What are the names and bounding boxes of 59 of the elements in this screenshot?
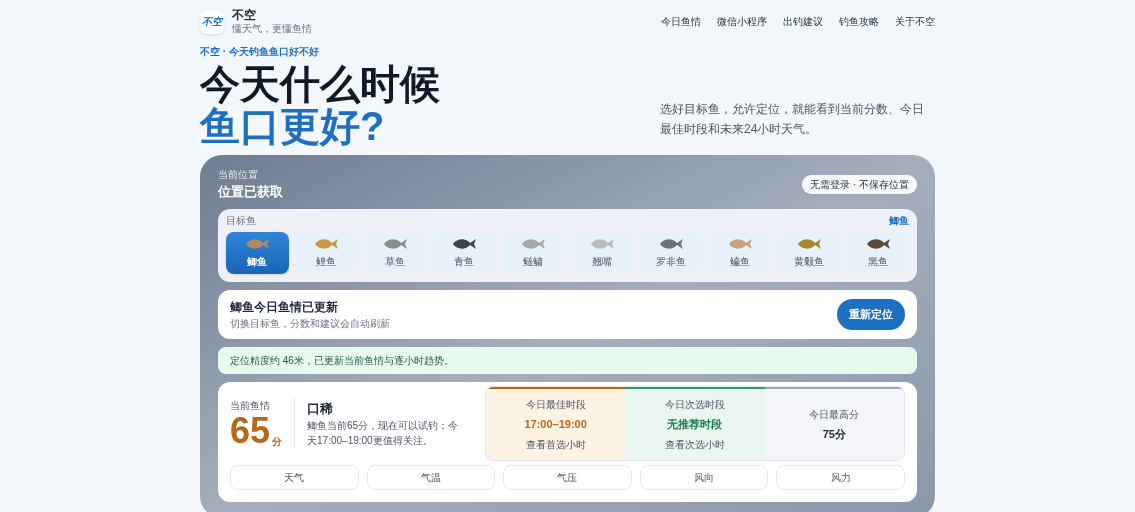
current-label: 当前鱼情 <box>230 398 271 413</box>
target-fish-label: 目标鱼 <box>226 214 256 228</box>
location-label: 当前位置 <box>218 167 259 182</box>
current-target-fish: 鲫鱼 <box>889 214 909 228</box>
weather-column-header: 风力 <box>776 464 905 490</box>
fish-option[interactable]: 鲤鱼 <box>294 232 358 274</box>
score-unit: 分 <box>272 434 283 449</box>
nav-link[interactable]: 今日鱼情 <box>661 14 701 30</box>
relocate-button[interactable]: 重新定位 <box>837 299 905 330</box>
fish-icon <box>244 237 271 250</box>
fish-option[interactable]: 罗非鱼 <box>639 232 703 274</box>
fish-option[interactable]: 翘嘴 <box>570 232 634 274</box>
slot-link[interactable]: 查看首选小时 <box>525 436 586 452</box>
hero-title: 今天什么时候 <box>200 62 440 105</box>
nav-link[interactable]: 关于不空 <box>895 14 935 30</box>
fish-icon <box>520 237 547 250</box>
fish-option[interactable]: 青鱼 <box>432 232 496 274</box>
fish-option[interactable]: 黄颡鱼 <box>777 232 841 274</box>
slot-label: 今日最佳时段 <box>525 398 586 412</box>
fish-icon <box>726 237 753 250</box>
fish-option[interactable]: 鲢鳙 <box>501 232 565 274</box>
score-summary: 鲫鱼当前65分，现在可以试钓；今天17:00–19:00更值得关注。 <box>307 419 460 448</box>
fish-icon <box>657 237 684 250</box>
logo[interactable]: 不空 <box>200 9 224 34</box>
weather-column-header: 气压 <box>503 464 632 490</box>
nav-link[interactable]: 微信小程序 <box>717 14 767 30</box>
slot-label: 今日最高分 <box>809 407 860 422</box>
slot-link[interactable]: 查看次选小时 <box>665 436 725 452</box>
fish-icon <box>864 237 891 250</box>
hero-title-highlight: 鱼口更好? <box>200 104 385 147</box>
fish-icon <box>451 237 478 250</box>
fish-option[interactable]: 鲫鱼 <box>226 232 289 274</box>
verdict: 口稀 <box>307 399 335 418</box>
location-status: 位置已获取 <box>218 182 283 201</box>
fish-option[interactable]: 黑鱼 <box>846 232 909 274</box>
hero-description: 选好目标鱼，允许定位，就能看到当前分数、今日最佳时段和未来24小时天气。 <box>660 100 925 138</box>
nav-link[interactable]: 钓鱼攻略 <box>839 14 879 30</box>
update-title: 鲫鱼今日鱼情已更新 <box>230 299 339 316</box>
privacy-badge: 无需登录 · 不保存位置 <box>802 174 917 194</box>
fish-icon <box>588 237 615 250</box>
fish-icon <box>382 237 409 250</box>
fish-option[interactable]: 鳊鱼 <box>708 232 772 274</box>
slot-value: 17:00–19:00 <box>524 417 587 432</box>
fish-icon <box>795 237 822 250</box>
weather-column-header: 风向 <box>639 464 769 490</box>
fish-icon <box>313 237 340 250</box>
brand-name: 不空 <box>232 8 257 23</box>
nav-link[interactable]: 出钓建议 <box>783 14 823 30</box>
weather-column-header: 天气 <box>230 464 359 490</box>
update-subtitle: 切换目标鱼，分数和建议会自动刷新 <box>230 317 390 331</box>
fish-option[interactable]: 草鱼 <box>363 232 427 274</box>
score-value: 65 <box>230 412 271 449</box>
slot-label: 今日次选时段 <box>665 398 725 412</box>
slot-value: 无推荐时段 <box>667 417 723 432</box>
hero-eyebrow: 不空 · 今天钓鱼鱼口好不好 <box>200 44 320 59</box>
weather-column-header: 气温 <box>366 464 496 490</box>
brand-tagline: 懂天气，更懂鱼情 <box>232 23 312 36</box>
slot-value: 75分 <box>822 426 846 442</box>
location-notice: 定位精度约 46米，已更新当前鱼情与逐小时趋势。 <box>218 347 917 374</box>
